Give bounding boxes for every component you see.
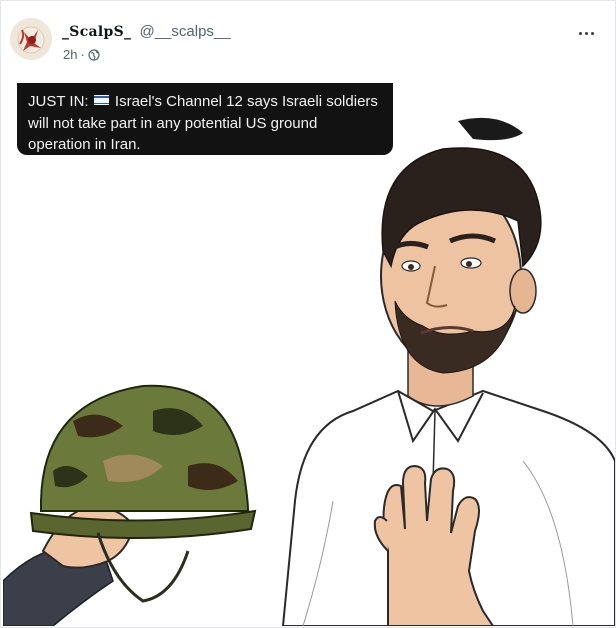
post-meta: 2h · [63, 47, 100, 62]
globe-icon [88, 48, 100, 61]
post-image[interactable]: JUST IN: Israel's Channel 12 says Israel… [3, 81, 615, 626]
display-name[interactable]: _ScalpS_ [62, 24, 131, 40]
post-header: _ScalpS_ @__scalps__ 2h · [1, 1, 615, 79]
avatar-image [10, 18, 52, 60]
meta-separator: · [80, 47, 85, 62]
man-refusing-helmet-illustration [3, 117, 615, 626]
caption-prefix: JUST IN: [28, 93, 89, 110]
israel-flag-icon [93, 95, 109, 105]
news-caption: JUST IN: Israel's Channel 12 says Israel… [28, 91, 383, 156]
more-options-icon[interactable] [575, 23, 597, 43]
post-card: _ScalpS_ @__scalps__ 2h · JUST IN: Israe… [0, 0, 616, 628]
news-caption-box: JUST IN: Israel's Channel 12 says Israel… [17, 83, 393, 155]
user-handle[interactable]: @__scalps__ [140, 23, 231, 40]
author-avatar[interactable] [10, 18, 52, 60]
author-names: _ScalpS_ @__scalps__ [62, 23, 231, 40]
post-time[interactable]: 2h [63, 47, 77, 62]
